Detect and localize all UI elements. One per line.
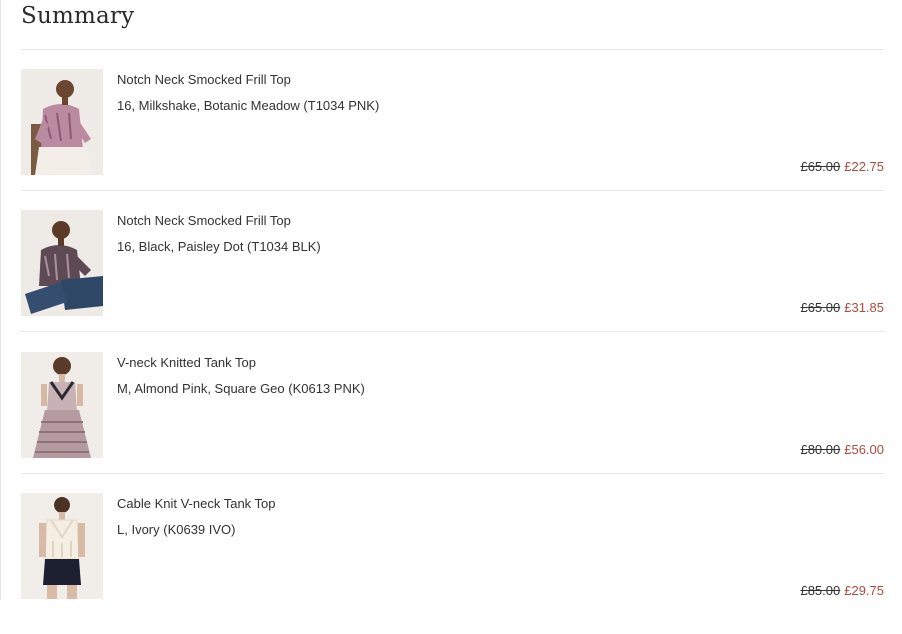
product-name[interactable]: Notch Neck Smocked Frill Top xyxy=(117,212,291,230)
row-divider xyxy=(21,190,884,191)
original-price: £85.00 xyxy=(800,583,841,598)
product-photo-illustration xyxy=(21,69,103,175)
sale-price: £31.85 xyxy=(844,300,884,315)
product-image-notch-neck-pink[interactable] xyxy=(21,69,103,175)
price-group: £65.00 £31.85 xyxy=(800,299,884,317)
product-image-knitted-tank[interactable] xyxy=(21,352,103,458)
product-photo-illustration xyxy=(21,210,103,316)
order-item-4: Cable Knit V-neck Tank Top L, Ivory (K06… xyxy=(21,493,884,634)
title-divider xyxy=(21,49,884,50)
product-image-cable-knit-tank[interactable] xyxy=(21,493,103,599)
product-variant: 16, Black, Paisley Dot (T1034 BLK) xyxy=(117,239,321,254)
summary-title: Summary xyxy=(21,3,135,29)
panel-left-border xyxy=(0,0,1,600)
product-name[interactable]: Cable Knit V-neck Tank Top xyxy=(117,495,276,513)
product-variant: 16, Milkshake, Botanic Meadow (T1034 PNK… xyxy=(117,98,380,113)
product-name[interactable]: V-neck Knitted Tank Top xyxy=(117,354,256,372)
row-divider xyxy=(21,331,884,332)
product-image-notch-neck-black[interactable] xyxy=(21,210,103,316)
order-item-3: V-neck Knitted Tank Top M, Almond Pink, … xyxy=(21,352,884,493)
price-group: £85.00 £29.75 xyxy=(800,582,884,600)
price-group: £80.00 £56.00 xyxy=(800,441,884,459)
product-variant: M, Almond Pink, Square Geo (K0613 PNK) xyxy=(117,381,365,396)
product-variant: L, Ivory (K0639 IVO) xyxy=(117,522,236,537)
order-item-1: Notch Neck Smocked Frill Top 16, Milksha… xyxy=(21,69,884,210)
original-price: £65.00 xyxy=(800,159,841,174)
product-photo-illustration xyxy=(21,352,103,458)
product-name[interactable]: Notch Neck Smocked Frill Top xyxy=(117,71,291,89)
row-divider xyxy=(21,473,884,474)
price-group: £65.00 £22.75 xyxy=(800,158,884,176)
original-price: £65.00 xyxy=(800,300,841,315)
order-item-2: Notch Neck Smocked Frill Top 16, Black, … xyxy=(21,210,884,351)
sale-price: £22.75 xyxy=(844,159,884,174)
original-price: £80.00 xyxy=(800,442,841,457)
sale-price: £56.00 xyxy=(844,442,884,457)
product-photo-illustration xyxy=(21,493,103,599)
sale-price: £29.75 xyxy=(844,583,884,598)
